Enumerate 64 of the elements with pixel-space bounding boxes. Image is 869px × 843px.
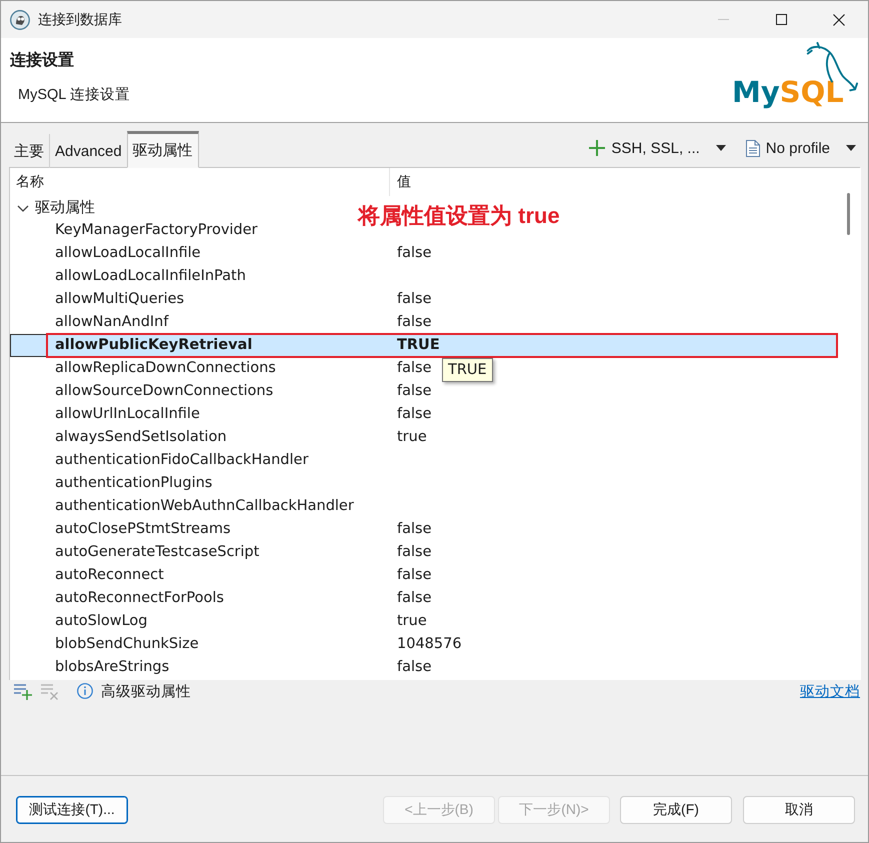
property-name: authenticationPlugins [55, 474, 212, 493]
property-name: autoGenerateTestcaseScript [55, 543, 260, 562]
caret-icon [846, 145, 856, 151]
property-value: TRUE [397, 336, 440, 355]
dropdown-button[interactable]: SSH, SSL, ... [585, 140, 730, 156]
column-header: 值 [396, 172, 412, 191]
property-value: false [397, 543, 432, 562]
caret-icon [716, 145, 726, 151]
property-value: false [397, 313, 432, 332]
property-value: false [397, 589, 432, 608]
property-name: KeyManagerFactoryProvider [55, 221, 258, 240]
tooltip: TRUE [442, 358, 493, 382]
property-value: true [397, 612, 427, 631]
info-label: 高级驱动属性 [101, 682, 191, 700]
maximize-icon[interactable] [776, 14, 786, 25]
dialog-button[interactable]: 取消 [743, 796, 855, 824]
property-name: allowReplicaDownConnections [55, 359, 276, 378]
property-value: false [397, 359, 432, 378]
logo-text: MySQL [732, 76, 844, 108]
info-icon [77, 683, 93, 699]
property-value: false [397, 382, 432, 401]
property-name: allowPublicKeyRetrieval [55, 336, 252, 355]
property-name: autoClosePStmtStreams [55, 520, 231, 539]
tab[interactable]: 驱动属性 [126, 131, 199, 168]
property-name: allowLoadLocalInfile [55, 244, 201, 263]
dialog-button[interactable]: 完成(F) [620, 796, 732, 824]
add-list-icon[interactable] [14, 682, 33, 700]
property-name: authenticationFidoCallbackHandler [55, 451, 308, 470]
annotation-text: 将属性值设置为 true [358, 202, 560, 230]
dropdown-button[interactable]: No profile [742, 140, 860, 156]
property-name: allowLoadLocalInfileInPath [55, 267, 246, 286]
scrollbar-thumb[interactable] [847, 193, 850, 235]
property-name: autoSlowLog [55, 612, 148, 631]
property-name: allowUrlInLocalInfile [55, 405, 200, 424]
app-icon [10, 10, 30, 30]
property-value: false [397, 566, 432, 585]
property-value: false [397, 290, 432, 309]
property-name: alwaysSendSetIsolation [55, 428, 227, 447]
docs-link[interactable]: 驱动文档 [800, 682, 860, 700]
property-name: allowNanAndInf [55, 313, 168, 332]
property-name: autoReconnect [55, 566, 164, 585]
document-icon [746, 140, 760, 156]
group-label: 驱动属性 [35, 198, 95, 217]
property-name: authenticationWebAuthnCallbackHandler [55, 497, 354, 516]
property-name: allowMultiQueries [55, 290, 184, 309]
property-value: false [397, 405, 432, 424]
property-name: allowSourceDownConnections [55, 382, 274, 401]
dialog-button[interactable]: 测试连接(T)... [16, 796, 128, 824]
property-value: false [397, 244, 432, 263]
plus-icon [589, 140, 606, 156]
selected-row[interactable]: allowPublicKeyRetrieval TRUE [10, 334, 838, 357]
property-value: 1048576 [397, 635, 462, 654]
property-name: blobsAreStrings [55, 658, 170, 677]
property-value: false [397, 520, 432, 539]
property-value: false [397, 658, 432, 677]
page-subtitle: MySQL 连接设置 [18, 86, 130, 104]
column-header: 名称 [10, 168, 390, 196]
property-name: autoReconnectForPools [55, 589, 224, 608]
window-title: 连接到数据库 [38, 10, 122, 28]
close-icon[interactable] [833, 14, 845, 26]
property-name: blobSendChunkSize [55, 635, 199, 654]
page-title: 连接设置 [10, 50, 75, 71]
tab[interactable]: 主要 [9, 134, 49, 168]
property-value: true [397, 428, 427, 447]
